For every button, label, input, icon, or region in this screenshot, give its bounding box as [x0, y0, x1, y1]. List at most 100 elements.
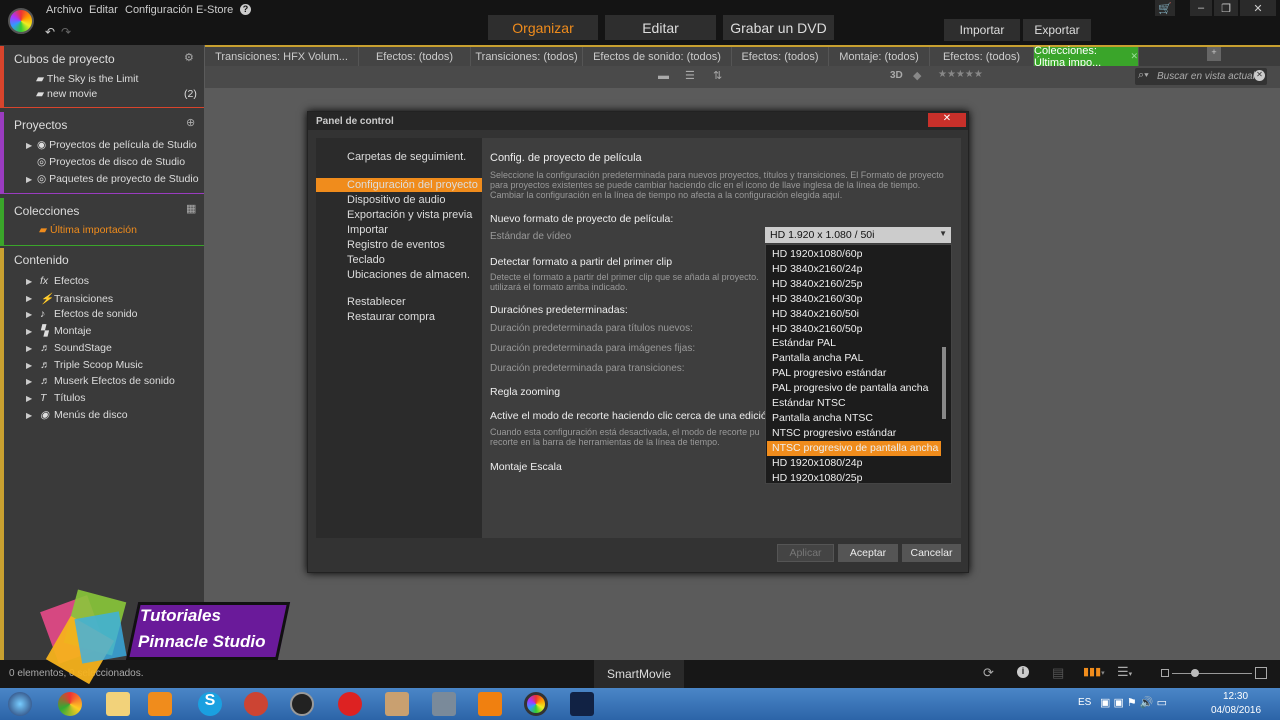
3d-filter[interactable]: 3D — [890, 70, 903, 81]
start-button[interactable] — [8, 692, 32, 716]
app-icon[interactable] — [385, 692, 409, 716]
nav-item[interactable]: Registro de eventos — [347, 239, 445, 251]
pinnacle-logo-icon[interactable] — [8, 8, 34, 34]
organize-button[interactable]: Organizar — [488, 15, 598, 40]
tab[interactable]: Efectos: (todos) — [359, 47, 471, 66]
section-title[interactable]: Cubos de proyecto — [14, 52, 115, 66]
nav-item[interactable]: Restablecer — [347, 296, 406, 308]
dropdown-option[interactable]: Estándar NTSC — [767, 396, 941, 411]
add-project-icon[interactable]: ⊕ — [186, 116, 195, 129]
burn-dvd-button[interactable]: Grabar un DVD — [723, 15, 834, 40]
tab[interactable]: Colecciones: Última impo... ✕ — [1034, 45, 1139, 69]
list-item[interactable]: ⚡Transiciones — [40, 292, 113, 305]
scanner-icon[interactable] — [432, 692, 456, 716]
close-button[interactable]: ✕ — [1240, 0, 1276, 16]
menu-estore[interactable]: E-Store — [196, 4, 233, 16]
dropdown-option[interactable]: Pantalla ancha NTSC — [767, 411, 941, 426]
new-tab-icon[interactable]: + — [1207, 47, 1221, 61]
tab[interactable]: Transiciones: HFX Volum... — [205, 47, 359, 66]
accept-button[interactable]: Aceptar — [838, 544, 898, 562]
list-view-icon[interactable]: ☰ — [685, 69, 695, 82]
list-item[interactable]: ▰ The Sky is the Limit — [36, 73, 138, 85]
explorer-icon[interactable] — [106, 692, 130, 716]
nav-item[interactable]: Importar — [347, 224, 388, 236]
menu-archivo[interactable]: Archivo — [46, 4, 83, 16]
menu-editar[interactable]: Editar — [89, 4, 118, 16]
dropdown-option[interactable]: PAL progresivo estándar — [767, 366, 941, 381]
stack-icon[interactable]: ▤ — [1052, 665, 1064, 681]
list-item[interactable]: ▚ Montaje — [40, 325, 91, 337]
list-item[interactable]: ▰ new movie — [36, 88, 97, 100]
cancel-button[interactable]: Cancelar — [902, 544, 961, 562]
expand-icon[interactable]: ▶ — [26, 310, 32, 319]
restore-button[interactable]: ❐ — [1214, 0, 1238, 16]
recorder-icon[interactable] — [570, 692, 594, 716]
audio-app-icon[interactable] — [244, 692, 268, 716]
nav-item[interactable]: Ubicaciones de almacen. — [347, 269, 470, 281]
list-item-ultima-importacion[interactable]: ▰ Última importación — [39, 224, 137, 236]
nav-item[interactable]: Teclado — [347, 254, 385, 266]
clock-time[interactable]: 12:30 — [1223, 691, 1248, 702]
undo-icon[interactable]: ↶ — [45, 25, 55, 39]
tag-icon[interactable]: ◆ — [913, 69, 921, 82]
zoom-slider-handle[interactable] — [1191, 669, 1199, 677]
dropdown-option[interactable]: HD 1920x1080/24p — [767, 456, 941, 471]
tab[interactable]: Efectos: (todos) — [930, 47, 1034, 66]
dropdown-option[interactable]: NTSC progresivo de pantalla ancha — [767, 440, 941, 456]
nav-item[interactable]: Dispositivo de audio — [347, 194, 445, 206]
list-item[interactable]: ◎ Paquetes de proyecto de Studio — [37, 173, 199, 185]
search-input[interactable]: ⌕▾ Buscar en vista actual ✕ — [1135, 68, 1267, 85]
list-item[interactable]: ◉ Proyectos de película de Studio — [37, 139, 197, 151]
scrollbar-thumb[interactable] — [942, 347, 946, 419]
list-item[interactable]: ♬ SoundStage — [40, 342, 112, 354]
search-icon[interactable]: ⌕▾ — [1138, 69, 1149, 82]
cart-icon[interactable]: 🛒 — [1155, 0, 1175, 16]
tab[interactable]: Montaje: (todos) — [829, 47, 930, 66]
language-indicator[interactable]: ES — [1078, 697, 1091, 708]
minimize-button[interactable]: – — [1190, 0, 1212, 16]
list-item[interactable]: ♪ Efectos de sonido — [40, 308, 137, 320]
expand-icon[interactable]: ▶ — [26, 377, 32, 386]
info-icon[interactable]: i — [1017, 666, 1029, 678]
apply-button[interactable]: Aplicar — [777, 544, 834, 562]
dropdown-option[interactable]: HD 3840x2160/50p — [767, 322, 941, 337]
expand-icon[interactable]: ▶ — [26, 277, 32, 286]
app16-icon[interactable] — [290, 692, 314, 716]
help-icon[interactable]: ? — [240, 4, 251, 15]
collection-icon[interactable]: ▦ — [186, 202, 196, 215]
clear-search-icon[interactable]: ✕ — [1254, 70, 1265, 81]
tab[interactable]: Efectos de sonido: (todos) — [583, 47, 732, 66]
gear-icon[interactable]: ⚙ — [184, 51, 194, 64]
dropdown-option[interactable]: Pantalla ancha PAL — [767, 351, 941, 366]
grid-view-icon[interactable]: ▮▮▮▾ — [1083, 665, 1105, 678]
tab[interactable]: Efectos: (todos) — [732, 47, 829, 66]
list-item[interactable]: T Títulos — [40, 392, 86, 404]
nav-item[interactable]: Restaurar compra — [347, 311, 435, 323]
sync-icon[interactable]: ⟳ — [983, 665, 994, 681]
section-title[interactable]: Proyectos — [14, 118, 67, 132]
pinnacle-taskbar-icon[interactable] — [524, 692, 548, 716]
dropdown-option[interactable]: Estándar PAL — [767, 336, 941, 351]
dialog-close-button[interactable]: ✕ — [928, 113, 966, 127]
vlc-icon[interactable] — [478, 692, 502, 716]
list-item[interactable]: fx Efectos — [40, 275, 89, 287]
list-item[interactable]: ◉ Menús de disco — [40, 409, 128, 421]
media-player-icon[interactable] — [148, 692, 172, 716]
list-item[interactable]: ♬ Muserk Efectos de sonido — [40, 375, 175, 387]
nav-item[interactable]: Configuración del proyecto — [347, 179, 478, 191]
dropdown-option[interactable]: HD 1920x1080/25p — [767, 471, 941, 486]
tab[interactable]: Transiciones: (todos) — [471, 47, 583, 66]
chrome-icon[interactable] — [58, 692, 82, 716]
expand-icon[interactable]: ▶ — [26, 327, 32, 336]
close-tab-icon[interactable]: ✕ — [1130, 51, 1138, 62]
dropdown-option[interactable]: HD 3840x2160/25p — [767, 277, 941, 292]
video-standard-select[interactable]: HD 1.920 x 1.080 / 50i ▼ — [765, 227, 951, 243]
expand-icon[interactable]: ▶ — [26, 141, 32, 150]
folder-icon[interactable]: ▬ — [658, 70, 669, 82]
dropdown-option[interactable]: NTSC progresivo estándar — [767, 426, 941, 441]
list-item[interactable]: ◎ Proyectos de disco de Studio — [37, 156, 185, 168]
import-button[interactable]: Importar — [944, 19, 1020, 41]
dropdown-option[interactable]: PAL progresivo de pantalla ancha — [767, 381, 941, 396]
dropdown-option[interactable]: HD 1920x1080/60p — [767, 247, 941, 262]
expand-icon[interactable]: ▶ — [26, 294, 32, 303]
